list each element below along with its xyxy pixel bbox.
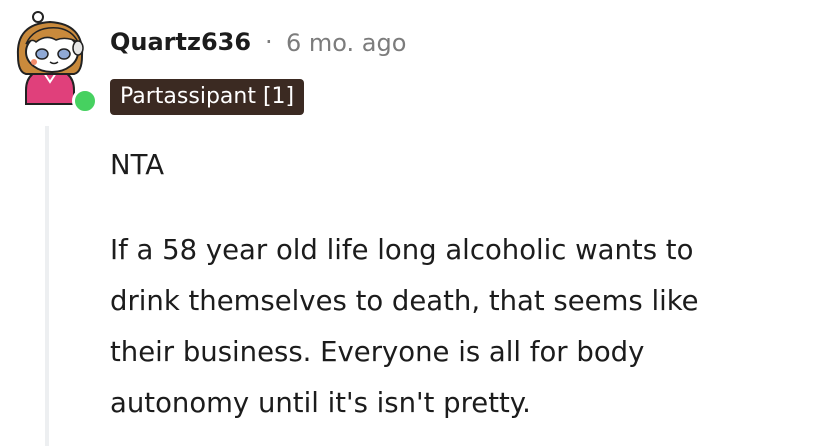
user-flair-badge: Partassipant [1]: [110, 79, 305, 115]
username-link[interactable]: Quartz636: [110, 28, 251, 56]
comment-paragraph: NTA: [110, 149, 165, 181]
comment-paragraph: If a 58 year old life long alcoholic wan…: [110, 234, 699, 419]
comment: Quartz636 · 6 mo. ago Partassipant [1] N…: [0, 0, 833, 446]
meta-separator: ·: [265, 28, 273, 56]
online-status-icon: [72, 88, 98, 114]
thread-line[interactable]: [45, 126, 49, 446]
comment-timestamp[interactable]: 6 mo. ago: [286, 29, 406, 57]
user-avatar-icon[interactable]: [12, 8, 98, 114]
